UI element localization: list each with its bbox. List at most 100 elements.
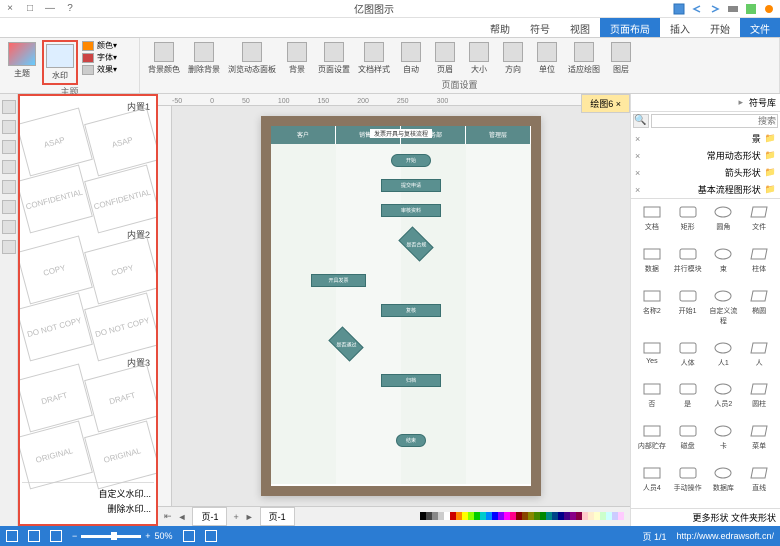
ribbon-bg-item-8[interactable]: 大小 xyxy=(464,40,494,77)
status-icon-2[interactable] xyxy=(28,530,40,542)
tab-file[interactable]: 文件 xyxy=(740,18,780,37)
custom-watermark[interactable]: 自定义水印... xyxy=(25,486,151,501)
shape-并行模块[interactable]: 并行模块 xyxy=(671,245,705,285)
shape-柱体[interactable]: 柱体 xyxy=(742,245,776,285)
canvas[interactable]: 发票开具与复核流程 客户销售部财务部管理层 开始 提交申请 审核资料 是否合规 … xyxy=(172,106,630,506)
stencil-item[interactable]: ×景📁 xyxy=(631,130,780,147)
page-nav-first[interactable]: ⇤ xyxy=(164,511,172,522)
tab-symbol[interactable]: 符号 xyxy=(520,18,560,37)
tab-home[interactable]: 开始 xyxy=(700,18,740,37)
shape-内部贮存[interactable]: 内部贮存 xyxy=(635,422,669,462)
stencil-close-icon[interactable]: × xyxy=(635,185,640,195)
shape-卡[interactable]: 卡 xyxy=(707,422,741,462)
redo-icon[interactable] xyxy=(708,2,722,16)
watermark-option[interactable]: COPY xyxy=(18,236,92,305)
flow-node[interactable]: 提交申请 xyxy=(381,179,441,192)
font-option[interactable]: 字体▾ xyxy=(82,52,117,63)
ribbon-bg-item-7[interactable]: 页眉 xyxy=(430,40,460,77)
view-mode-1[interactable] xyxy=(183,530,195,542)
folder-shapes[interactable]: 文件夹形状 xyxy=(731,511,776,524)
flow-node[interactable]: 归档 xyxy=(381,374,441,387)
ribbon-bg-item-10[interactable]: 单位 xyxy=(532,40,562,77)
minimize-button[interactable]: — xyxy=(44,3,56,15)
tab-page-layout[interactable]: 页面布局 xyxy=(600,18,660,37)
shape-数据[interactable]: 数据 xyxy=(635,245,669,285)
doc-tab-close[interactable]: × xyxy=(616,99,621,109)
shape-数据库[interactable]: 数据库 xyxy=(707,464,741,504)
shape-人员2[interactable]: 人员2 xyxy=(707,380,741,420)
shape-文档[interactable]: 文档 xyxy=(635,203,669,243)
rail-note-icon[interactable] xyxy=(2,220,16,234)
rail-connector-icon[interactable] xyxy=(2,140,16,154)
ribbon-bg-item-1[interactable]: 删除背景 xyxy=(186,40,222,77)
ribbon-bg-item-3[interactable]: 背景 xyxy=(282,40,312,77)
flow-node-start[interactable]: 开始 xyxy=(391,154,431,167)
rail-image-icon[interactable] xyxy=(2,180,16,194)
flow-decision[interactable]: 是否合规 xyxy=(398,226,433,261)
flow-node-end[interactable]: 结束 xyxy=(396,434,426,447)
ribbon-bg-item-2[interactable]: 浏览动态面板 xyxy=(226,40,278,77)
swimlane-header[interactable]: 客户 xyxy=(271,126,336,144)
stencil-close-icon[interactable]: × xyxy=(635,134,640,144)
shape-自定义流程[interactable]: 自定义流程 xyxy=(707,287,741,337)
search-input[interactable] xyxy=(651,114,778,128)
watermark-option[interactable]: DO NOT COPY xyxy=(84,293,158,362)
maximize-button[interactable]: □ xyxy=(24,3,36,15)
zoom-plus[interactable]: + xyxy=(145,531,150,541)
shape-否[interactable]: 否 xyxy=(635,380,669,420)
tab-view[interactable]: 视图 xyxy=(560,18,600,37)
tab-help[interactable]: 帮助 xyxy=(480,18,520,37)
tab-insert[interactable]: 插入 xyxy=(660,18,700,37)
export-icon[interactable] xyxy=(744,2,758,16)
shape-Yes[interactable]: Yes xyxy=(635,339,669,379)
remove-watermark[interactable]: 删除水印... xyxy=(25,501,151,516)
search-button[interactable]: 🔍 xyxy=(633,114,649,128)
swimlane-header[interactable]: 管理层 xyxy=(466,126,531,144)
rail-text-icon[interactable] xyxy=(2,120,16,134)
color-swatch[interactable] xyxy=(618,512,624,520)
shape-文件[interactable]: 文件 xyxy=(742,203,776,243)
document-tab[interactable]: 绘图6 × xyxy=(581,94,630,113)
undo-icon[interactable] xyxy=(690,2,704,16)
stencil-close-icon[interactable]: × xyxy=(635,168,640,178)
status-icon-3[interactable] xyxy=(50,530,62,542)
theme-button[interactable]: 主题 xyxy=(6,40,38,81)
watermark-option[interactable]: ASAP xyxy=(18,108,92,177)
page-nav-next[interactable]: ► xyxy=(245,512,254,522)
flow-node[interactable]: 审核资料 xyxy=(381,204,441,217)
add-page[interactable]: + xyxy=(233,512,238,522)
shape-人体[interactable]: 人体 xyxy=(671,339,705,379)
zoom-minus[interactable]: − xyxy=(72,531,77,541)
stencil-item[interactable]: ×箭头形状📁 xyxy=(631,164,780,181)
shape-手动操作[interactable]: 手动操作 xyxy=(671,464,705,504)
ribbon-bg-item-12[interactable]: 图层 xyxy=(606,40,636,77)
rail-link-icon[interactable] xyxy=(2,240,16,254)
effect-option[interactable]: 效果▾ xyxy=(82,64,117,75)
rail-chart-icon[interactable] xyxy=(2,200,16,214)
watermark-option[interactable]: CONFIDENTIAL xyxy=(84,165,158,234)
watermark-button[interactable]: 水印 xyxy=(42,40,78,85)
shape-是[interactable]: 是 xyxy=(671,380,705,420)
shape-人员4[interactable]: 人员4 xyxy=(635,464,669,504)
shape-圆柱[interactable]: 圆柱 xyxy=(742,380,776,420)
panel-collapse-icon[interactable]: ▸ xyxy=(738,97,743,108)
shape-束[interactable]: 束 xyxy=(707,245,741,285)
ribbon-bg-item-11[interactable]: 适应绘图 xyxy=(566,40,602,77)
shape-名称2[interactable]: 名称2 xyxy=(635,287,669,337)
page-tab-1[interactable]: 页-1 xyxy=(192,507,227,526)
view-mode-2[interactable] xyxy=(205,530,217,542)
ribbon-bg-item-6[interactable]: 自动 xyxy=(396,40,426,77)
ribbon-bg-item-0[interactable]: 背景颜色 xyxy=(146,40,182,77)
flow-node[interactable]: 复核 xyxy=(381,304,441,317)
watermark-option[interactable]: DRAFT xyxy=(18,364,92,433)
help-button[interactable]: ? xyxy=(64,3,76,15)
stencil-close-icon[interactable]: × xyxy=(635,151,640,161)
shape-磁盘[interactable]: 磁盘 xyxy=(671,422,705,462)
save-icon[interactable] xyxy=(672,2,686,16)
shape-直线[interactable]: 直线 xyxy=(742,464,776,504)
color-option[interactable]: 颜色▾ xyxy=(82,40,117,51)
shape-圆角[interactable]: 圆角 xyxy=(707,203,741,243)
shape-矩形[interactable]: 矩形 xyxy=(671,203,705,243)
print-icon[interactable] xyxy=(726,2,740,16)
rail-pointer-icon[interactable] xyxy=(2,100,16,114)
